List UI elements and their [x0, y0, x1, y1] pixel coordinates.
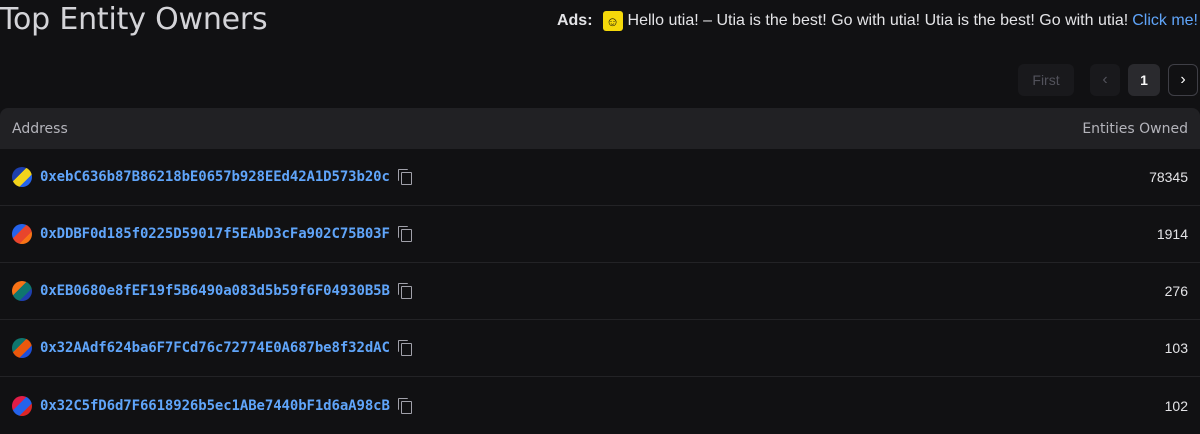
address-link[interactable]: 0xebC636b87B86218bE0657b928EEd42A1D573b2… [40, 169, 390, 185]
address-cell: 0xEB0680e8fEF19f5B6490a083d5b59f6F04930B… [12, 281, 412, 301]
address-cell: 0x32AAdf624ba6F7FCd76c72774E0A687be8f32d… [12, 338, 412, 358]
avatar [12, 395, 32, 416]
ads-banner: Ads: ☺ Hello utia! – Utia is the best! G… [557, 11, 1198, 31]
copy-icon[interactable] [397, 169, 412, 185]
chevron-right-icon: › [1180, 71, 1186, 88]
copy-icon[interactable] [397, 397, 412, 414]
page-root: Top Entity Owners Ads: ☺ Hello utia! – U… [0, 0, 1200, 434]
address-link[interactable]: 0xEB0680e8fEF19f5B6490a083d5b59f6F04930B… [40, 283, 390, 299]
address-cell: 0x32C5fD6d7F6618926b5ec1ABe7440bF1d6aA98… [12, 395, 412, 416]
first-page-button[interactable]: First [1018, 64, 1074, 96]
address-cell: 0xDDBF0d185f0225D59017f5EAbD3cFa902C75B0… [12, 224, 412, 244]
table-header: Address Entities Owned [0, 108, 1200, 149]
entities-owned-value: 276 [1164, 283, 1188, 299]
copy-icon[interactable] [397, 226, 412, 242]
table-row: 0x32AAdf624ba6F7FCd76c72774E0A687be8f32d… [0, 320, 1200, 377]
prev-page-button[interactable]: ‹ [1090, 64, 1120, 96]
avatar [12, 224, 32, 244]
table-row: 0xebC636b87B86218bE0657b928EEd42A1D573b2… [0, 149, 1200, 206]
copy-icon[interactable] [397, 283, 412, 299]
address-link[interactable]: 0xDDBF0d185f0225D59017f5EAbD3cFa902C75B0… [40, 226, 390, 242]
avatar [12, 338, 32, 358]
address-link[interactable]: 0x32C5fD6d7F6618926b5ec1ABe7440bF1d6aA98… [40, 398, 390, 414]
column-header-address: Address [12, 120, 68, 137]
avatar [12, 281, 32, 301]
copy-icon[interactable] [397, 340, 412, 356]
entities-owned-value: 78345 [1149, 169, 1188, 185]
avatar [12, 167, 32, 187]
entities-owned-value: 103 [1164, 340, 1188, 356]
ads-label: Ads: [556, 12, 593, 29]
pagination: First ‹ 1 › [1018, 64, 1198, 96]
entities-owned-value: 1914 [1156, 226, 1188, 242]
ads-link[interactable]: Click me! [1132, 12, 1198, 30]
owners-table: Address Entities Owned 0xebC636b87B86218… [0, 108, 1200, 434]
page-title: Top Entity Owners [0, 2, 268, 37]
address-cell: 0xebC636b87B86218bE0657b928EEd42A1D573b2… [12, 167, 412, 187]
current-page-button[interactable]: 1 [1128, 64, 1160, 96]
table-row: 0x32C5fD6d7F6618926b5ec1ABe7440bF1d6aA98… [0, 377, 1200, 434]
entities-owned-value: 102 [1164, 397, 1188, 414]
address-link[interactable]: 0x32AAdf624ba6F7FCd76c72774E0A687be8f32d… [40, 340, 390, 356]
table-row: 0xEB0680e8fEF19f5B6490a083d5b59f6F04930B… [0, 263, 1200, 320]
column-header-entities-owned: Entities Owned [1082, 120, 1188, 137]
utia-icon: ☺ [602, 11, 623, 31]
table-row: 0xDDBF0d185f0225D59017f5EAbD3cFa902C75B0… [0, 206, 1200, 263]
next-page-button[interactable]: › [1168, 64, 1198, 96]
ads-text: Hello utia! – Utia is the best! Go with … [627, 12, 1129, 29]
chevron-left-icon: ‹ [1102, 71, 1108, 88]
